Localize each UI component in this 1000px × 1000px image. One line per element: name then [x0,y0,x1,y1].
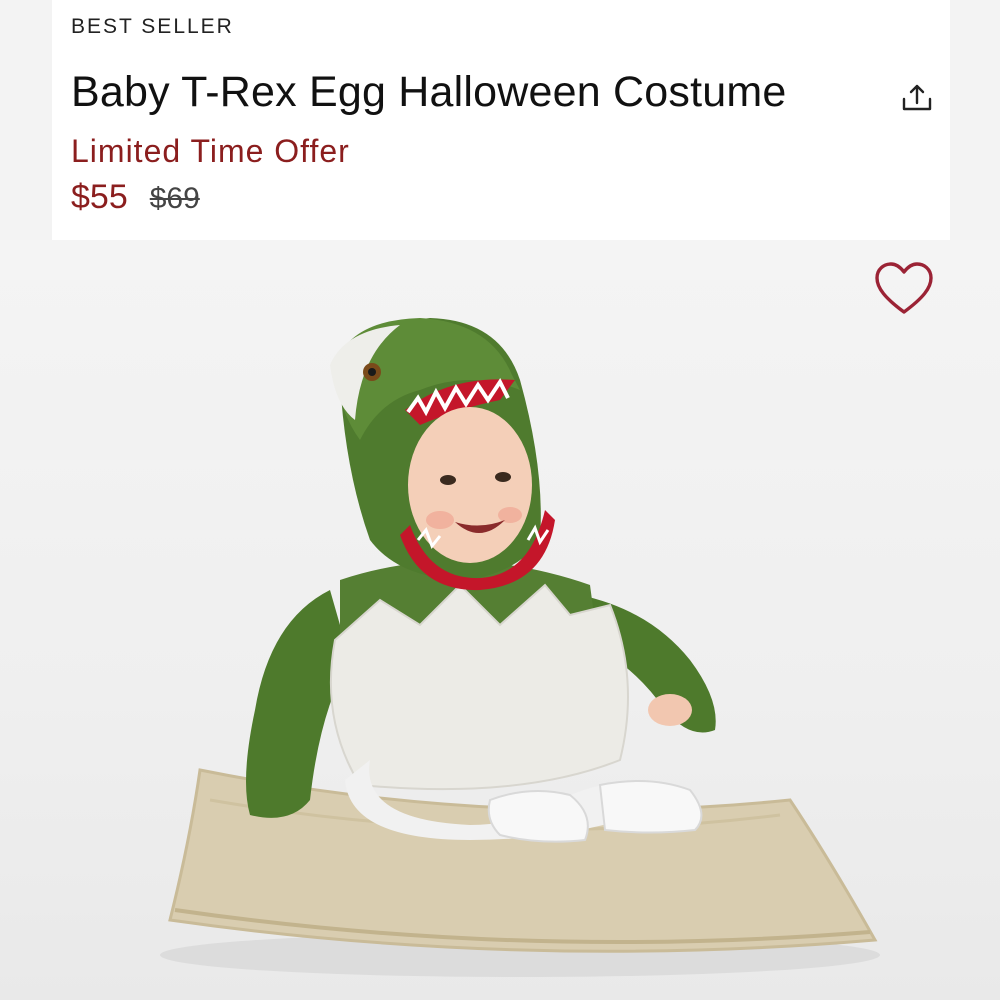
heart-outline-icon [875,262,933,314]
limited-offer-label: Limited Time Offer [71,133,350,169]
current-price: $55 [71,178,128,216]
favorite-button[interactable] [873,260,935,318]
original-price: $69 [149,182,200,215]
share-icon [902,84,932,111]
price-row: $55 $69 [71,178,200,217]
product-image[interactable] [0,240,1000,1000]
baby-dinosaur-costume-photo [160,318,880,977]
best-seller-badge: BEST SELLER [71,15,234,38]
product-title: Baby T-Rex Egg Halloween Costume [71,68,787,116]
share-button[interactable] [897,78,937,118]
product-header: BEST SELLER Baby T-Rex Egg Halloween Cos… [52,0,950,240]
